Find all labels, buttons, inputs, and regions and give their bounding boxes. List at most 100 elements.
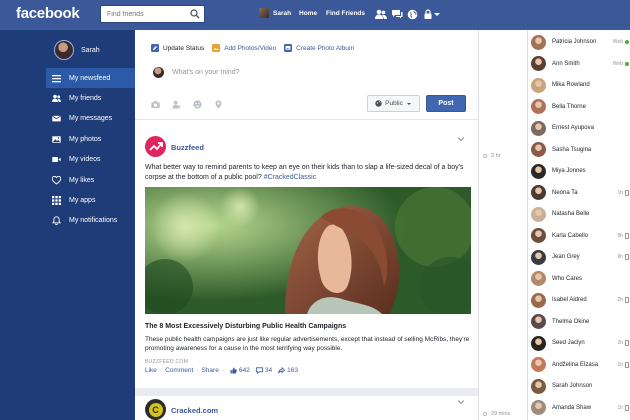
- avatar: [531, 56, 546, 71]
- messages-icon[interactable]: [391, 9, 403, 20]
- chat-contact-name: Sasha Tsugina: [552, 146, 592, 153]
- chat-contact-name: Seed Jaclyn: [552, 340, 585, 346]
- comments-value: 34: [264, 367, 273, 374]
- chat-contact[interactable]: Patricia Johnson Web: [531, 33, 629, 51]
- timeline-time: 29 mins: [491, 411, 511, 417]
- sidebar-item-messages[interactable]: My messages: [46, 109, 135, 129]
- chat-contact[interactable]: Karla Cabello 9h: [531, 227, 629, 245]
- story-text: What better way to remind parents to kee…: [145, 163, 470, 183]
- chevron-down-icon[interactable]: [433, 9, 441, 20]
- cracked-avatar[interactable]: C: [145, 399, 166, 420]
- hashtag-link[interactable]: #CrackedClassic: [264, 174, 317, 181]
- likes-count[interactable]: 642: [230, 367, 250, 374]
- timeline-marker[interactable]: 3 hr: [483, 153, 500, 159]
- avatar: [531, 314, 546, 329]
- tag-friends-icon[interactable]: [172, 100, 181, 109]
- avatar: [531, 249, 546, 265]
- chat-contact[interactable]: Amanda Shaw 1h: [531, 399, 629, 417]
- comments-count[interactable]: 34: [255, 367, 273, 374]
- search-box[interactable]: [100, 5, 205, 23]
- news-feed: Update Status Add Photos/Video Create Ph…: [135, 30, 478, 420]
- story-image[interactable]: [145, 187, 471, 314]
- tab-create-album[interactable]: Create Photo Album: [284, 44, 354, 52]
- mobile-phone-icon: [625, 232, 629, 239]
- sidebar-item-friends[interactable]: My friends: [46, 88, 135, 108]
- post-button[interactable]: Post: [426, 95, 466, 112]
- avatar: [531, 34, 546, 50]
- notifications-globe-icon[interactable]: [407, 9, 419, 20]
- mobile-phone-icon: [625, 254, 629, 260]
- home-link[interactable]: Home: [299, 10, 317, 17]
- comment-link[interactable]: Comment: [165, 367, 193, 374]
- avatar: [531, 77, 546, 93]
- sidebar-profile[interactable]: Sarah: [54, 40, 100, 60]
- chat-contact[interactable]: Thelma Okine: [531, 313, 629, 331]
- like-link[interactable]: Like: [145, 367, 157, 374]
- link-title[interactable]: The 8 Most Excessively Disturbing Public…: [145, 323, 346, 330]
- story-options-chevron-icon[interactable]: [457, 399, 465, 405]
- chat-contact[interactable]: Jean Grey 9h: [531, 248, 629, 266]
- status-placeholder: What's on your mind?: [172, 69, 240, 76]
- chat-contact[interactable]: Ernest Ayupova: [531, 119, 629, 137]
- pencil-icon: [151, 44, 159, 52]
- friend-requests-icon[interactable]: [375, 9, 387, 20]
- chat-status: 1h: [617, 404, 629, 411]
- chat-status-text: Web: [612, 39, 623, 45]
- chat-contact[interactable]: Bella Thorne: [531, 98, 629, 116]
- chat-contact[interactable]: Neona Ta 1h: [531, 184, 629, 202]
- chat-contact-name: Mika Rowland: [552, 82, 590, 88]
- search-icon[interactable]: [190, 9, 200, 19]
- chat-contact-name: Ernest Ayupova: [552, 125, 594, 131]
- story-author[interactable]: Cracked.com: [171, 406, 218, 415]
- smiley-icon[interactable]: [193, 100, 202, 109]
- chat-contact[interactable]: Seed Jaclyn 2h: [531, 334, 629, 352]
- timeline-marker[interactable]: 29 mins: [483, 411, 510, 417]
- story-author[interactable]: Buzzfeed: [171, 143, 204, 152]
- avatar: [531, 378, 546, 394]
- chat-contact-name: Patricia Johnson: [552, 39, 597, 45]
- chat-contact[interactable]: Natasha Belle: [531, 205, 629, 223]
- find-friends-link[interactable]: Find Friends: [326, 10, 365, 17]
- shares-count[interactable]: 163: [278, 367, 298, 374]
- shares-value: 163: [287, 367, 298, 374]
- sidebar-item-newsfeed[interactable]: My newsfeed: [46, 68, 135, 89]
- tab-add-photos[interactable]: Add Photos/Video: [212, 44, 276, 52]
- chat-status: 9h: [617, 254, 629, 260]
- video-icon: [52, 157, 61, 163]
- share-link[interactable]: Share: [201, 367, 218, 374]
- privacy-selector[interactable]: Public: [367, 95, 420, 112]
- chat-contact[interactable]: Sarah Johnson: [531, 377, 629, 395]
- sidebar-item-notifications[interactable]: My notifications: [46, 211, 135, 231]
- story-options-chevron-icon[interactable]: [457, 136, 465, 142]
- feed-story: C Cracked.com: [135, 388, 478, 420]
- tab-update-status[interactable]: Update Status: [151, 44, 204, 52]
- chat-contact[interactable]: Who Cares: [531, 270, 629, 288]
- bell-icon: [52, 216, 61, 226]
- chat-contact[interactable]: Sasha Tsugina: [531, 141, 629, 159]
- location-pin-icon[interactable]: [214, 100, 223, 109]
- chat-contact[interactable]: Miya Jonnes: [531, 162, 629, 180]
- facebook-logo[interactable]: facebook: [16, 5, 80, 22]
- sidebar-item-videos[interactable]: My videos: [46, 150, 135, 170]
- avatar: [531, 357, 546, 372]
- sidebar-user-name: Sarah: [81, 46, 100, 54]
- chat-sidebar: Patricia Johnson Web Ann Smith Web Mika Rowl…: [527, 30, 630, 420]
- buzzfeed-avatar[interactable]: [145, 136, 166, 157]
- status-input[interactable]: What's on your mind?: [153, 67, 239, 78]
- sidebar-item-likes[interactable]: My likes: [46, 170, 135, 190]
- chat-contact[interactable]: Mika Rowland: [531, 76, 629, 94]
- sidebar-item-apps[interactable]: My apps: [46, 190, 135, 210]
- camera-icon[interactable]: [151, 100, 160, 109]
- mobile-phone-icon: [625, 189, 629, 196]
- sidebar-item-photos[interactable]: My photos: [46, 129, 135, 149]
- chat-contact[interactable]: Ann Smith Web: [531, 55, 629, 73]
- search-input[interactable]: [101, 6, 189, 22]
- chat-status: 2h: [617, 297, 629, 303]
- left-sidebar: Sarah My newsfeed My friends My messages…: [0, 30, 135, 420]
- avatar: [531, 163, 546, 179]
- profile-link[interactable]: Sarah: [259, 8, 291, 18]
- privacy-label: Public: [385, 100, 403, 107]
- mobile-phone-icon: [625, 361, 629, 368]
- chat-contact[interactable]: Isabel Aldred 2h: [531, 291, 629, 309]
- chat-contact[interactable]: Andželina Elzasa 1h: [531, 356, 629, 374]
